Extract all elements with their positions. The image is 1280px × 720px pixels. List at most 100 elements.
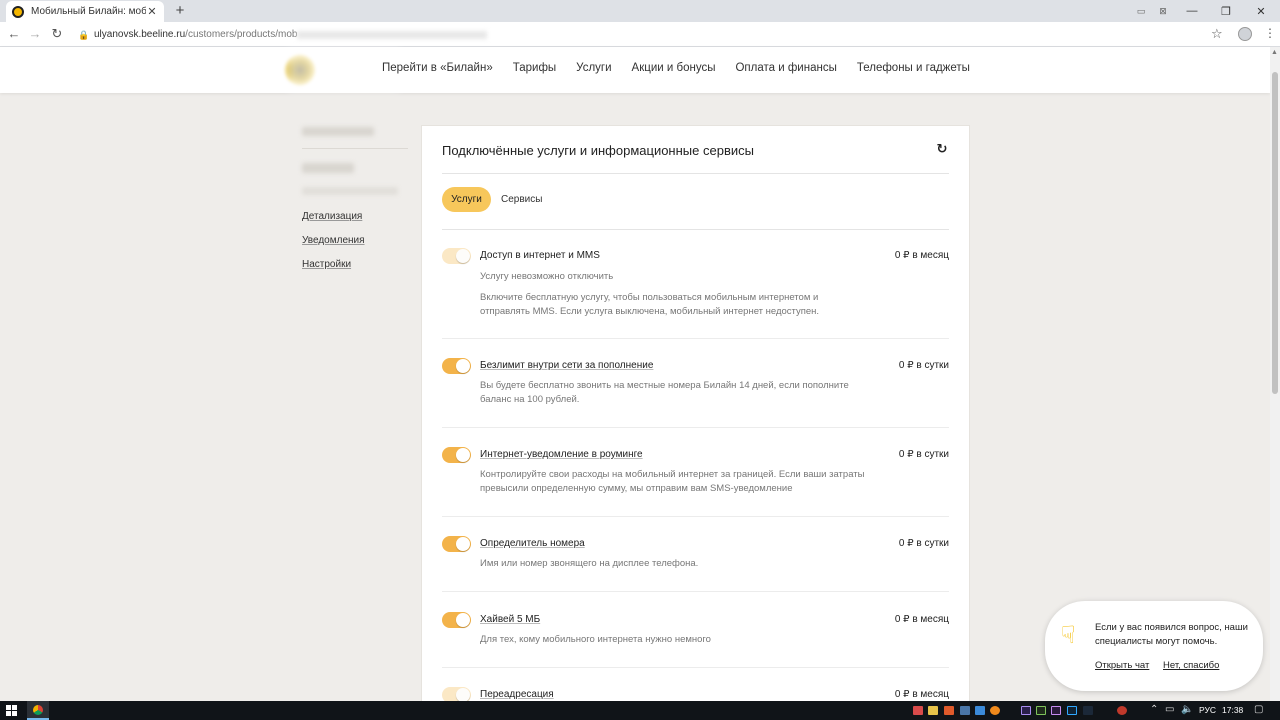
nav-item-services[interactable]: Услуги	[576, 62, 611, 74]
sidebar-item-details[interactable]: Детализация	[302, 211, 412, 222]
site-header: Перейти в «Билайн» Тарифы Услуги Акции и…	[0, 47, 1270, 93]
service-toggle[interactable]	[442, 358, 471, 374]
balance-redacted	[302, 163, 354, 173]
premiere-tray-icon[interactable]	[1051, 706, 1061, 715]
incognito-icon[interactable]: ⊠	[1152, 6, 1174, 17]
service-price: 0 ₽ в месяц	[894, 689, 949, 700]
browser-tab-bar: Мобильный Билайн: мобильная ✕ + ▭ ⊠ — ❐ …	[0, 0, 1280, 22]
service-name: Доступ в интернет и MMS	[480, 250, 600, 261]
record-tray-icon[interactable]	[1117, 706, 1127, 715]
mail-tray-icon[interactable]	[913, 706, 923, 715]
nav-item-go-to-beeline[interactable]: Перейти в «Билайн»	[382, 62, 493, 74]
service-toggle[interactable]	[442, 447, 471, 463]
beeline-favicon-icon	[12, 5, 24, 18]
browser-menu-icon[interactable]: ⋮	[1264, 26, 1276, 40]
browser-tab-title: Мобильный Билайн: мобильная	[31, 6, 146, 17]
tab-info-services[interactable]: Сервисы	[501, 194, 542, 205]
scrollbar-thumb[interactable]	[1272, 72, 1278, 394]
lock-icon: 🔒	[78, 29, 90, 40]
sidebar-divider	[302, 148, 408, 149]
clock[interactable]: 17:38	[1222, 705, 1243, 715]
support-chat-popup: ☟ Если у вас появился вопрос, наши специ…	[1045, 601, 1263, 691]
folder-tray-icon[interactable]	[928, 706, 938, 715]
nav-item-tariffs[interactable]: Тарифы	[513, 62, 556, 74]
service-divider	[442, 667, 949, 668]
service-description: Включите бесплатную услугу, чтобы пользо…	[480, 292, 820, 317]
tab-services[interactable]: Услуги	[442, 187, 491, 212]
service-divider	[442, 338, 949, 339]
service-price: 0 ₽ в месяц	[894, 250, 949, 261]
url-path: /customers/products/mob	[185, 29, 298, 40]
close-tab-icon[interactable]: ✕	[146, 5, 158, 18]
service-divider	[442, 427, 949, 428]
audition-tray-icon[interactable]	[1036, 706, 1046, 715]
after-effects-tray-icon[interactable]	[1021, 706, 1031, 715]
browser-tray-icon[interactable]	[990, 706, 1000, 715]
service-divider	[442, 516, 949, 517]
steam-tray-icon[interactable]	[1083, 706, 1093, 715]
notifications-icon[interactable]: ▢	[1254, 704, 1263, 715]
forward-icon[interactable]: →	[27, 26, 43, 42]
tabs-divider	[442, 229, 949, 230]
service-name[interactable]: Безлимит внутри сети за пополнение	[480, 360, 653, 371]
service-price: 0 ₽ в сутки	[898, 449, 949, 460]
telegram-tray-icon[interactable]	[975, 706, 985, 715]
window-controls: ▭ ⊠ — ❐ ✕	[1130, 0, 1280, 22]
open-chat-link[interactable]: Открыть чат	[1095, 660, 1149, 671]
nav-item-payments[interactable]: Оплата и финансы	[735, 62, 836, 74]
bookmark-star-icon[interactable]: ☆	[1211, 26, 1223, 42]
sidebar-item-settings[interactable]: Настройки	[302, 259, 412, 270]
service-price: 0 ₽ в сутки	[898, 360, 949, 371]
service-description: Имя или номер звонящего на дисплее телеф…	[480, 558, 699, 569]
back-icon[interactable]: ←	[6, 26, 22, 42]
sidebar-item-redacted	[302, 187, 398, 195]
service-toggle[interactable]	[442, 612, 471, 628]
reload-icon[interactable]: ↻	[49, 26, 65, 42]
tray-chevron-up-icon[interactable]: ⌃	[1150, 704, 1158, 715]
service-name[interactable]: Хайвей 5 МБ	[480, 614, 540, 625]
service-description: Контролируйте свои расходы на мобильный …	[480, 469, 865, 494]
maximize-icon[interactable]: ❐	[1210, 5, 1242, 18]
profile-avatar-icon[interactable]	[1238, 27, 1252, 41]
services-card: Подключённые услуги и информационные сер…	[422, 126, 969, 720]
page-scrollbar[interactable]: ▲	[1270, 47, 1280, 701]
windows-taskbar: ⌃ ▭ 🔈 РУС 17:38 ▢	[0, 701, 1280, 720]
sidebar-item-notifications[interactable]: Уведомления	[302, 235, 412, 246]
pointing-hand-icon: ☟	[1061, 622, 1076, 649]
network-icon[interactable]: ▭	[1165, 704, 1174, 715]
service-name[interactable]: Интернет-уведомление в роуминге	[480, 449, 643, 460]
minimize-icon[interactable]: —	[1174, 5, 1210, 17]
chat-message: Если у вас появился вопрос, наши специал…	[1095, 622, 1248, 647]
nav-item-phones[interactable]: Телефоны и гаджеты	[857, 62, 970, 74]
language-indicator[interactable]: РУС	[1199, 705, 1216, 715]
browser-tab[interactable]: Мобильный Билайн: мобильная ✕	[6, 1, 164, 22]
url-field[interactable]: 🔒 ulyanovsk.beeline.ru/customers/product…	[78, 25, 1218, 44]
service-description: Для тех, кому мобильного интернета нужно…	[480, 634, 711, 645]
service-name[interactable]: Переадресация	[480, 689, 554, 700]
service-price: 0 ₽ в сутки	[898, 538, 949, 549]
address-bar: ← → ↻ 🔒 ulyanovsk.beeline.ru/customers/p…	[0, 22, 1280, 47]
app-tray-icon[interactable]	[944, 706, 954, 715]
scroll-up-icon[interactable]: ▲	[1271, 49, 1278, 56]
service-divider	[442, 591, 949, 592]
nav-item-promotions[interactable]: Акции и бонусы	[632, 62, 716, 74]
extension-icon[interactable]: ▭	[1130, 6, 1152, 17]
windows-start-icon[interactable]	[6, 705, 17, 716]
chrome-taskbar-icon[interactable]	[27, 701, 49, 720]
top-navigation: Перейти в «Билайн» Тарифы Услуги Акции и…	[382, 62, 970, 74]
vk-tray-icon[interactable]	[960, 706, 970, 715]
title-divider	[442, 173, 949, 174]
close-window-icon[interactable]: ✕	[1242, 5, 1280, 18]
service-price: 0 ₽ в месяц	[894, 614, 949, 625]
phone-number-redacted	[302, 127, 374, 136]
photoshop-tray-icon[interactable]	[1067, 706, 1077, 715]
volume-icon[interactable]: 🔈	[1181, 704, 1193, 715]
url-redacted	[297, 30, 488, 39]
service-name[interactable]: Определитель номера	[480, 538, 585, 549]
service-note: Услугу невозможно отключить	[480, 271, 614, 282]
new-tab-icon[interactable]: +	[172, 2, 188, 20]
refresh-icon[interactable]: ↻	[935, 142, 949, 156]
page-title: Подключённые услуги и информационные сер…	[442, 143, 754, 158]
decline-chat-link[interactable]: Нет, спасибо	[1163, 660, 1219, 671]
service-toggle[interactable]	[442, 536, 471, 552]
